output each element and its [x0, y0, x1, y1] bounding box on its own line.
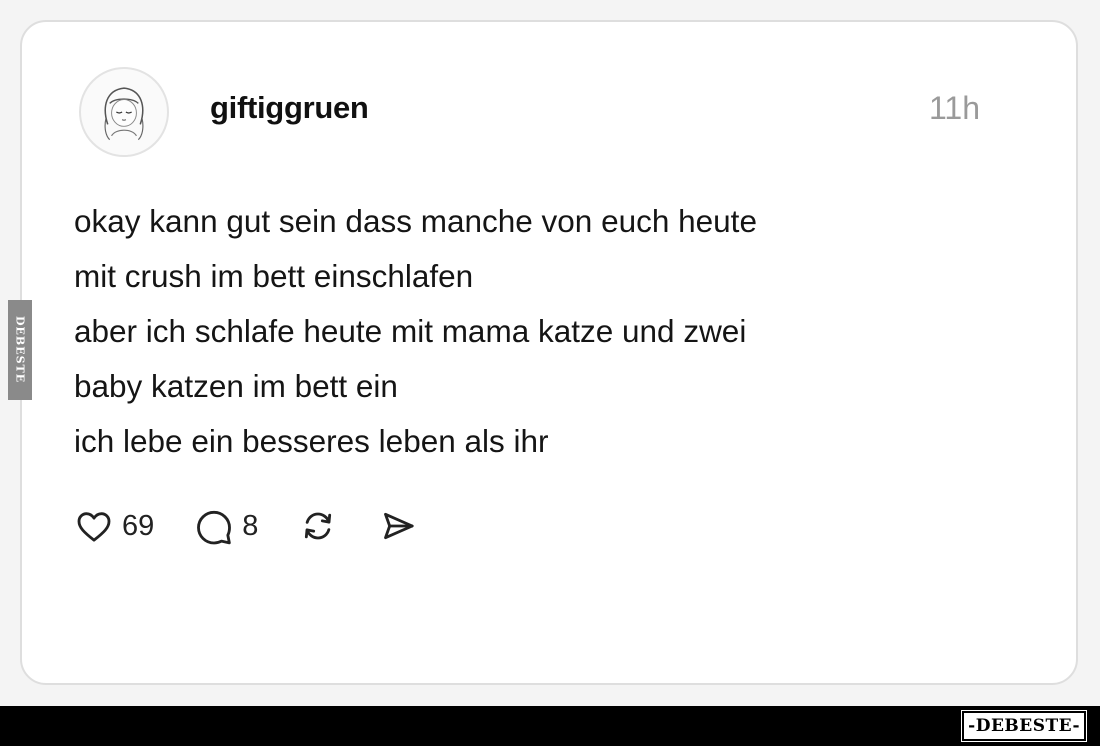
avatar[interactable]	[79, 67, 169, 157]
post-text-line: okay kann gut sein dass manche von euch …	[74, 203, 757, 239]
post-actions: 69 8	[74, 504, 458, 548]
post-text: okay kann gut sein dass manche von euch …	[74, 194, 1014, 469]
avatar-illustration	[104, 87, 144, 141]
post-text-line: aber ich schlafe heute mit mama katze un…	[74, 313, 747, 349]
post-text-line: ich lebe ein besseres leben als ihr	[74, 423, 549, 459]
repost-icon	[305, 512, 332, 540]
like-button[interactable]: 69	[74, 506, 154, 546]
send-icon	[384, 512, 414, 540]
comment-bubble-icon	[197, 510, 232, 545]
post-text-line: baby katzen im bett ein	[74, 368, 398, 404]
heart-icon	[77, 512, 111, 542]
footer-bar: -DEBESTE-	[0, 706, 1100, 746]
footer-watermark-logo: -DEBESTE-	[961, 710, 1087, 742]
comment-button[interactable]: 8	[194, 506, 258, 546]
post-card: giftiggruen 11h okay kann gut sein dass …	[20, 20, 1078, 685]
share-button[interactable]	[378, 506, 418, 546]
username[interactable]: giftiggruen	[210, 90, 369, 126]
side-watermark: DEBESTE	[8, 300, 32, 400]
post-timestamp: 11h	[928, 90, 980, 126]
like-count: 69	[122, 509, 155, 542]
repost-button[interactable]	[298, 506, 338, 546]
comment-count: 8	[242, 509, 259, 542]
post-text-line: mit crush im bett einschlafen	[74, 258, 474, 294]
